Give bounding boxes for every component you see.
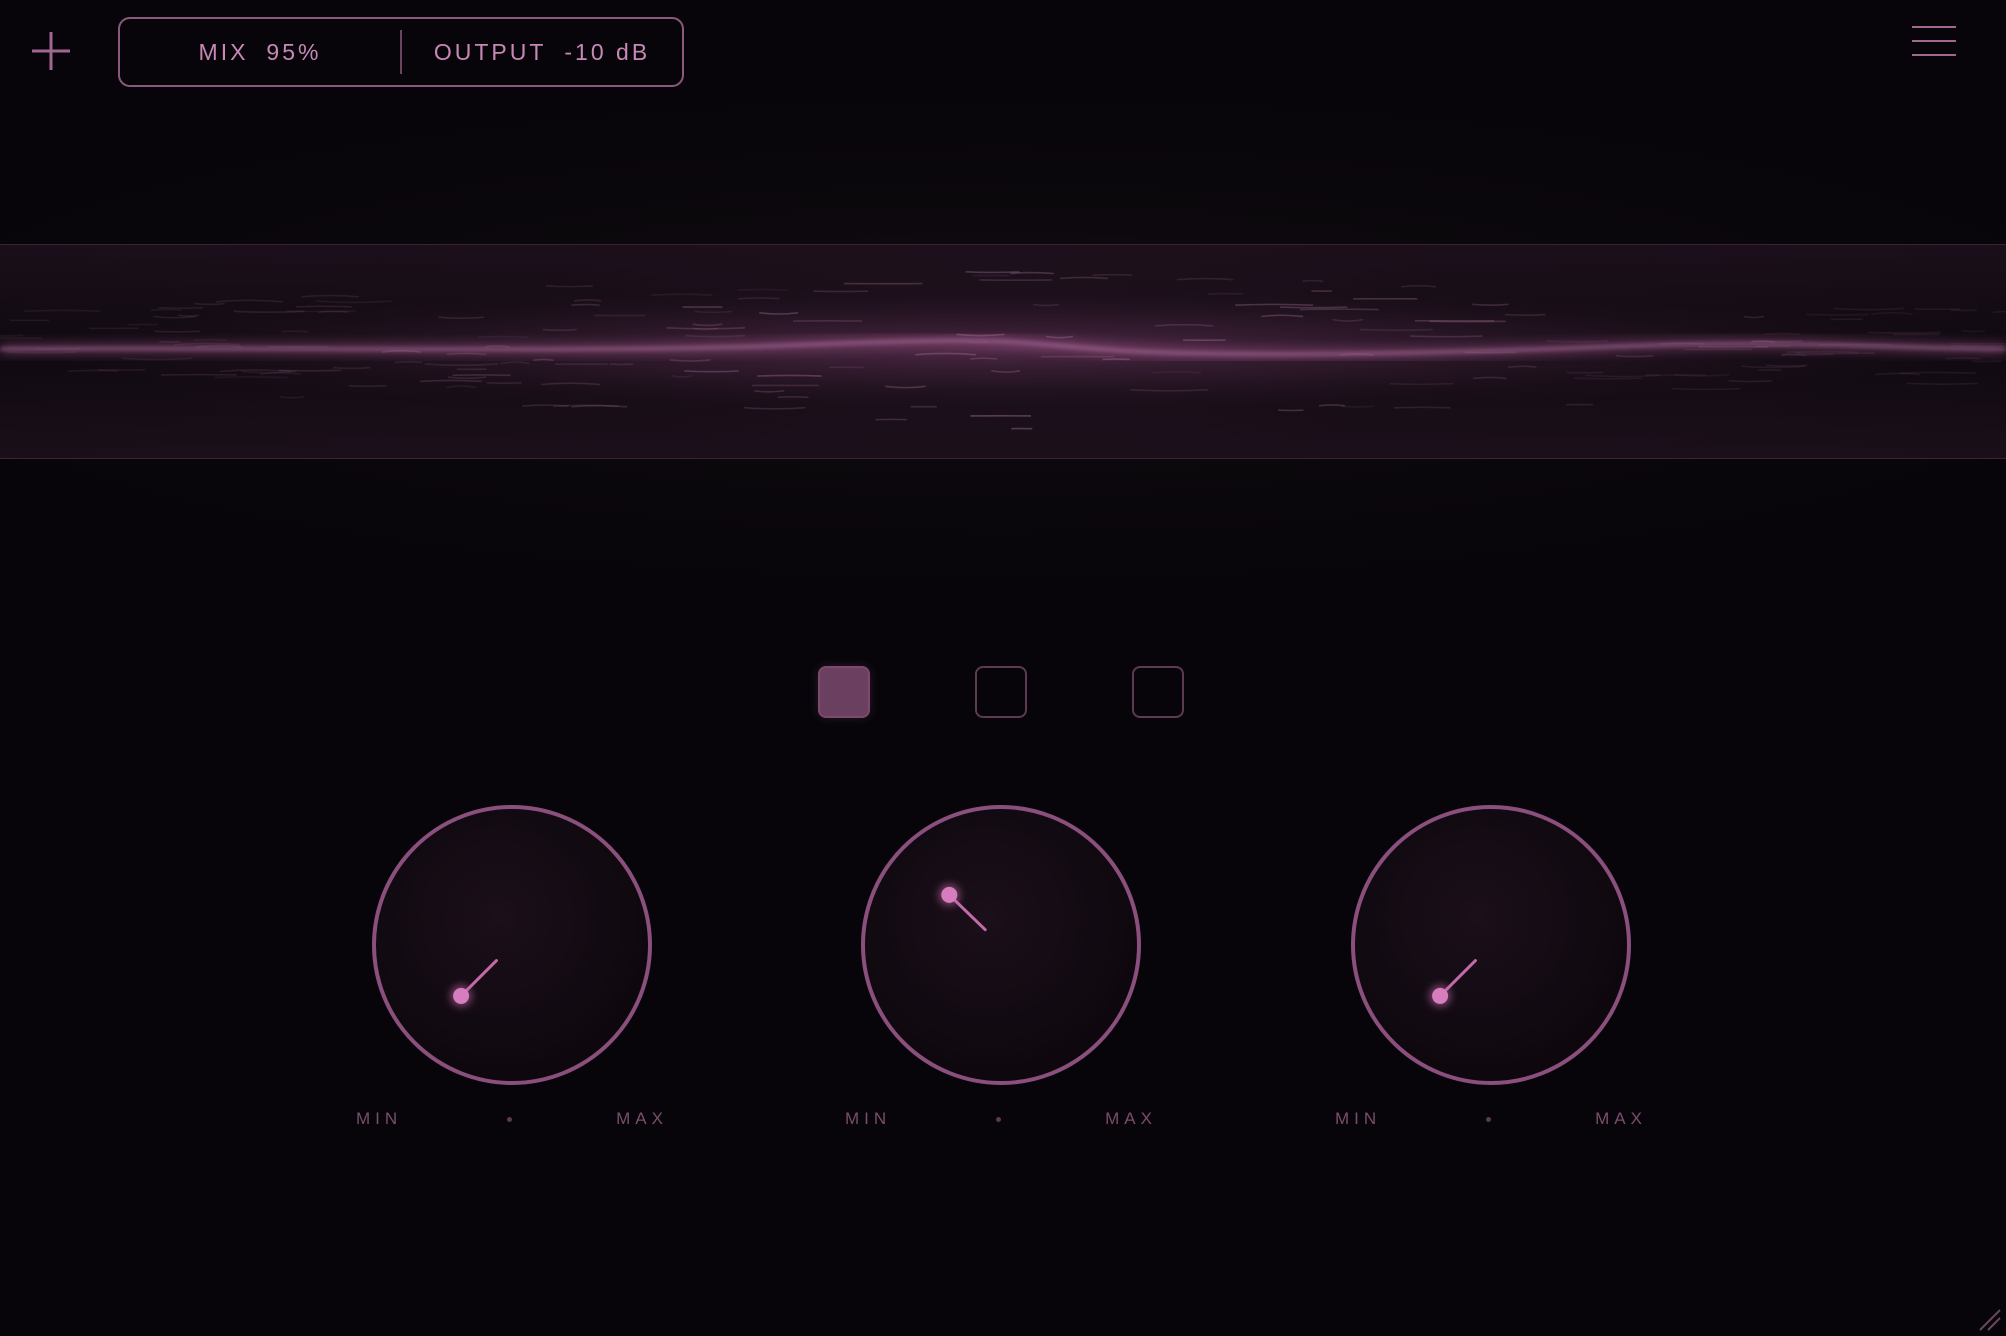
knob-indicator-dot [1432,987,1449,1004]
knob-3-center-dot [1485,1116,1491,1122]
knob-1[interactable] [362,795,662,1095]
hamburger-menu-icon [1912,26,1956,56]
knob-1-scale: MIN MAX [356,1108,668,1130]
mode-button-1[interactable] [818,666,870,718]
output-value: -10 dB [564,38,651,65]
knob-2-group: MIN MAX [845,795,1152,1135]
resize-grip-icon [1979,1309,2001,1331]
knob-3-max-label: MAX [1595,1109,1647,1128]
knob-1-center-dot [506,1116,512,1122]
knob-indicator-dot [453,987,470,1004]
mode-button-2[interactable] [975,666,1027,718]
knob-2-scale: MIN MAX [845,1108,1157,1130]
output-label: OUTPUT [433,38,547,65]
knob-3-scale: MIN MAX [1335,1108,1647,1130]
mix-display[interactable]: MIX 95% [120,19,400,85]
knob-body [372,805,652,1085]
resize-grip[interactable] [1976,1306,2002,1332]
mix-label: MIX [198,38,249,65]
output-display[interactable]: OUTPUT -10 dB [402,19,682,85]
knob-body [861,805,1141,1085]
knob-2-center-dot [995,1116,1001,1122]
knob-3[interactable] [1341,795,1641,1095]
knob-1-group: MIN MAX [356,795,663,1135]
knob-3-group: MIN MAX [1335,795,1642,1135]
knob-3-min-label: MIN [1335,1109,1382,1128]
status-pill: MIX 95% OUTPUT -10 dB [118,17,684,87]
plus-icon [32,32,70,70]
mode-button-3[interactable] [1132,666,1184,718]
plugin-window: MIX 95% OUTPUT -10 dB MIN MAX MIN MAX MI… [0,0,2006,1336]
mode-selector [818,666,1188,720]
mix-value: 95% [266,38,322,65]
menu-button[interactable] [1912,26,1956,62]
knob-1-min-label: MIN [356,1109,403,1128]
spectrum-visualizer [0,244,2006,459]
add-button[interactable] [30,30,72,72]
knob-2[interactable] [851,795,1151,1095]
knob-2-min-label: MIN [845,1109,892,1128]
knob-1-max-label: MAX [616,1109,668,1128]
knob-indicator-dot [941,886,958,903]
knob-body [1351,805,1631,1085]
knob-2-max-label: MAX [1105,1109,1157,1128]
